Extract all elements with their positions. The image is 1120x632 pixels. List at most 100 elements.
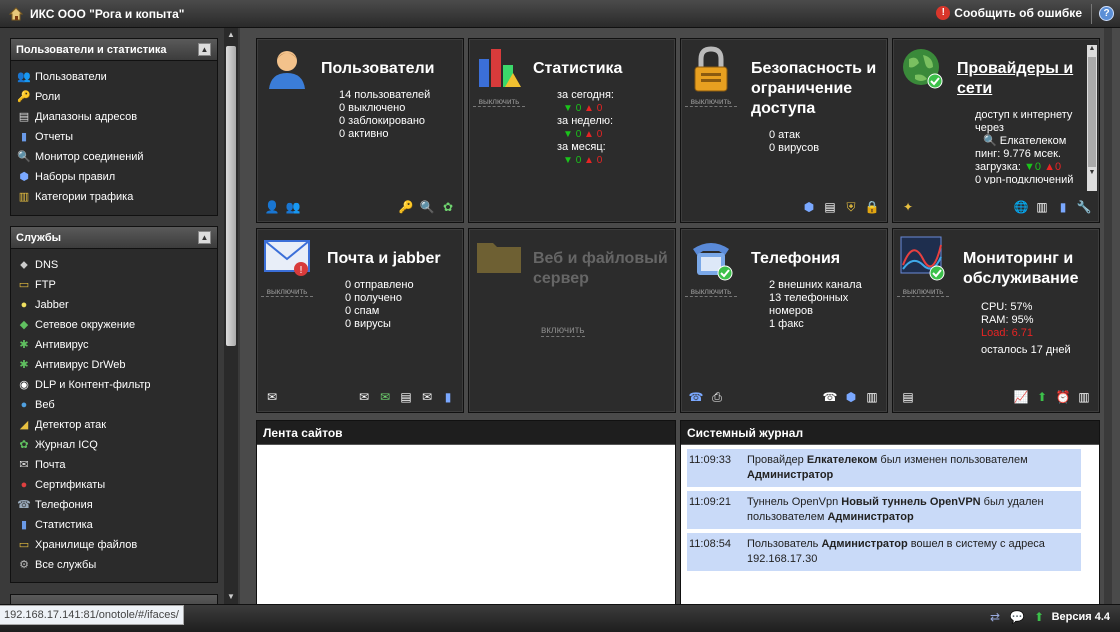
tile-providers[interactable]: Провайдеры и сети доступ к интернету чер…	[892, 38, 1100, 223]
collapse-icon[interactable]: ▲	[198, 43, 211, 56]
user-add-icon[interactable]: 👤	[265, 200, 280, 214]
rules-gear-icon[interactable]: ✿	[441, 200, 455, 214]
scroll-down-icon[interactable]: ▼	[226, 592, 236, 602]
collapsed-panel-header[interactable]	[11, 595, 217, 604]
sidebar-item[interactable]: ▤ Диапазоны адресов	[11, 107, 217, 127]
alarm-clock-icon[interactable]: ⏰	[1056, 390, 1071, 404]
sidebar-item[interactable]: ◢ Детектор атак	[11, 415, 217, 435]
sidebar-item[interactable]: ✱ Антивирус	[11, 335, 217, 355]
phone-lines-icon[interactable]: ☎	[823, 390, 838, 404]
help-icon[interactable]: ?	[1099, 6, 1114, 21]
enable-link[interactable]: включить	[541, 325, 585, 337]
sidebar-item[interactable]: ● Jabber	[11, 295, 217, 315]
mail-filter-icon[interactable]: ✉	[378, 390, 392, 404]
chat-icon[interactable]: 💬	[1010, 610, 1025, 624]
sidebar-item-label: Антивирус	[35, 339, 89, 351]
sidebar-item[interactable]: ◉ DLP и Контент-фильтр	[11, 375, 217, 395]
scrollbar-thumb[interactable]	[226, 46, 236, 346]
disable-link[interactable]: выключить	[473, 97, 525, 107]
sidebar-item[interactable]: ▭ FTP	[11, 275, 217, 295]
sidebar-item[interactable]: ⬢ Наборы правил	[11, 167, 217, 187]
sidebar-item[interactable]: ▮ Отчеты	[11, 127, 217, 147]
magnifier-icon: 🔍	[17, 151, 31, 163]
disable-link[interactable]: выключить	[897, 287, 949, 297]
mail-viruses: 0 вирусы	[345, 318, 391, 330]
sidebar-item[interactable]: 🔍 Монитор соединений	[11, 147, 217, 167]
disable-link[interactable]: выключить	[261, 287, 313, 297]
journal-text: Туннель OpenVpn	[747, 496, 842, 508]
users-icon[interactable]: 👥	[286, 200, 301, 214]
wrench-icon[interactable]: 🔧	[1077, 200, 1092, 214]
tile-monitoring[interactable]: выключить Мониторинг и обслуживание CPU:…	[892, 228, 1100, 413]
sidebar-item[interactable]: ▭ Хранилище файлов	[11, 535, 217, 555]
phone-settings-icon[interactable]: ⬢	[844, 390, 858, 404]
tile-title-link[interactable]: Провайдеры и сети	[957, 59, 1077, 99]
mail-storage-icon[interactable]: ▤	[399, 390, 413, 404]
sidebar-item[interactable]: 👥 Пользователи	[11, 67, 217, 87]
backup-icon[interactable]: ▤	[901, 390, 915, 404]
sidebar-item[interactable]: 🔑 Роли	[11, 87, 217, 107]
update-arrow-icon[interactable]: ⬆	[1035, 390, 1049, 404]
scroll-down-icon[interactable]: ▼	[1087, 169, 1097, 179]
scroll-up-icon[interactable]: ▲	[1087, 45, 1097, 55]
tile-web-file-server[interactable]: Веб и файловый сервер включить	[468, 228, 676, 413]
sidebar-item[interactable]: ● Веб	[11, 395, 217, 415]
traffic-down: 0	[575, 155, 582, 166]
sidebar-item[interactable]: ▮ Статистика	[11, 515, 217, 535]
sidebar-item[interactable]: ☎ Телефония	[11, 495, 217, 515]
document-icon[interactable]: ▤	[823, 200, 837, 214]
lock-icon[interactable]: 🔒	[865, 200, 880, 214]
fax-icon[interactable]: ⎙	[710, 390, 724, 404]
sidebar-item[interactable]: ▥ Категории трафика	[11, 187, 217, 207]
report-error-button[interactable]: ! Сообщить об ошибке	[936, 6, 1082, 20]
scrollbar-thumb[interactable]	[1088, 57, 1096, 167]
folder-icon	[475, 235, 523, 283]
key-icon[interactable]: 🔑	[399, 200, 414, 214]
scroll-up-icon[interactable]: ▲	[226, 30, 236, 40]
home-icon[interactable]	[8, 6, 24, 22]
up-arrow-icon: ▲	[584, 129, 597, 140]
chart-icon[interactable]: ▮	[1056, 200, 1070, 214]
drweb-bug-icon: ✱	[19, 359, 29, 371]
sidebar-item[interactable]: ✱ Антивирус DrWeb	[11, 355, 217, 375]
mail-stats-icon[interactable]: ▮	[441, 390, 455, 404]
mail-queue-icon[interactable]: ✉	[357, 390, 371, 404]
disable-link[interactable]: выключить	[685, 97, 737, 107]
sidebar-item[interactable]: ✉ Почта	[11, 455, 217, 475]
sidebar-item[interactable]: ✿ Журнал ICQ	[11, 435, 217, 455]
users-active: 0 активно	[339, 128, 389, 140]
mail-antispam-icon[interactable]: ✉	[420, 390, 434, 404]
antivirus-icon[interactable]: ⬢	[802, 200, 816, 214]
sidebar-item[interactable]: ⬥ DNS	[11, 255, 217, 275]
graph-icon[interactable]: 📈	[1014, 390, 1029, 404]
down-arrow-icon: ▼	[563, 155, 576, 166]
journal-entity: Администратор	[747, 469, 834, 481]
phone-small-icon[interactable]: ☎	[689, 390, 704, 404]
tile-scrollbar[interactable]: ▲ ▼	[1087, 45, 1097, 191]
update-icon[interactable]: ⬆	[1032, 610, 1046, 624]
globe-small-icon[interactable]: 🌐	[1014, 200, 1029, 214]
shield-icon[interactable]: ⛨	[844, 200, 858, 214]
search-icon[interactable]: 🔍	[420, 200, 435, 214]
network-status-icon[interactable]: ⇄	[988, 610, 1002, 624]
sidebar-item[interactable]: ⚙ Все службы	[11, 555, 217, 575]
tile-mail[interactable]: ! выключить Почта и jabber 0 отправлено …	[256, 228, 464, 413]
services-panel-header[interactable]: Службы ▲	[11, 227, 217, 249]
mail-settings-icon[interactable]: ✉	[265, 390, 279, 404]
sidebar-scrollbar[interactable]: ▲ ▼	[224, 28, 238, 604]
tile-users[interactable]: Пользователи 14 пользователей 0 выключен…	[256, 38, 464, 223]
journal-row: 11:09:21 Туннель OpenVpn Новый туннель Op…	[687, 491, 1081, 529]
tile-security[interactable]: выключить Безопасность и ограничение дос…	[680, 38, 888, 223]
wand-icon[interactable]: ✦	[901, 200, 915, 214]
phonebook-icon[interactable]: ▥	[865, 390, 879, 404]
server-icon[interactable]: ▥	[1035, 200, 1049, 214]
sidebar-item[interactable]: ● Сертификаты	[11, 475, 217, 495]
down-arrow-icon: ▼	[1024, 161, 1035, 173]
sidebar-item[interactable]: ◆ Сетевое окружение	[11, 315, 217, 335]
collapse-icon[interactable]: ▲	[198, 231, 211, 244]
manual-icon[interactable]: ▥	[1077, 390, 1091, 404]
users-stats-panel-header[interactable]: Пользователи и статистика ▲	[11, 39, 217, 61]
tile-telephony[interactable]: выключить Телефония 2 внешних канала 13 …	[680, 228, 888, 413]
tile-statistics[interactable]: выключить Статистика за сегодня: ▼ 0 ▲ 0з…	[468, 38, 676, 223]
disable-link[interactable]: выключить	[685, 287, 737, 297]
